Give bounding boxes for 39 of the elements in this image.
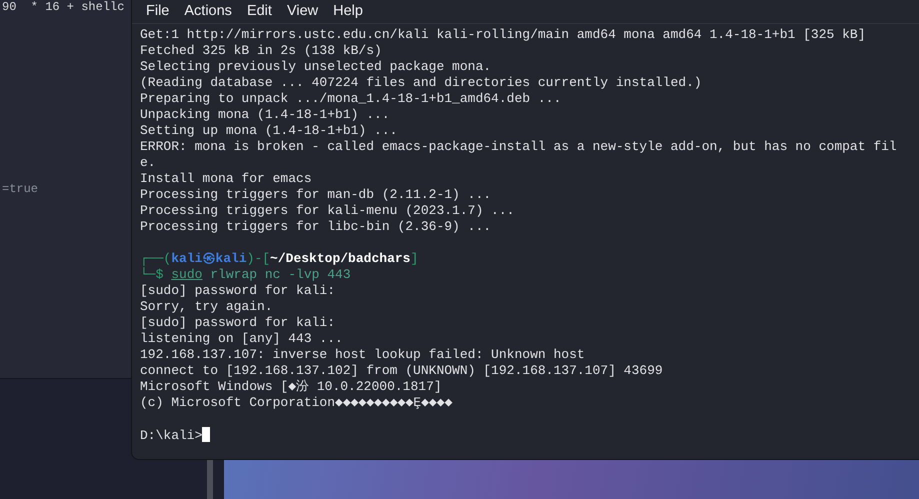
terminal-output-line: Install mona for emacs (140, 171, 313, 187)
terminal-output-line: e. (140, 155, 157, 171)
command-name: sudo (171, 267, 202, 282)
terminal-output-line: Fetched 325 kB in 2s (138 kB/s) (140, 43, 383, 59)
prompt-frame: └─$ (140, 267, 172, 282)
command-arguments: rlwrap nc -lvp 443 (209, 267, 351, 282)
menu-item[interactable]: View (286, 3, 328, 19)
text-cursor (202, 427, 210, 442)
prompt-frame: )-[ (246, 251, 270, 266)
terminal-output-line: Preparing to unpack .../mona_1.4-18-1+b1_amd64.deb ... (140, 91, 562, 107)
prompt-user-host: kali㉿kali (171, 251, 247, 266)
terminal-output-line: Setting up mona (1.4-18-1+b1) ... (140, 123, 398, 139)
terminal-output-line: Unpacking mona (1.4-18-1+b1) ... (140, 107, 391, 123)
terminal-output-line: connect to [192.168.137.102] from (UNKNOWN) [192.168.137.107] 43699 (140, 363, 664, 379)
terminal-output-line: Selecting previously unselected package mona. (140, 59, 492, 75)
terminal-output-line: listening on [any] 443 ... (140, 331, 344, 347)
menu-item[interactable]: File (146, 3, 178, 19)
prompt-frame: ] (410, 251, 418, 266)
terminal-output-line: (c) Microsoft Corporation◆◆◆◆◆◆◆◆◆◆Ȩ◆◆◆◆ (140, 395, 454, 411)
terminal-output-line: Processing triggers for libc-bin (2.36-9) ... (140, 219, 492, 235)
terminal-output-line: [sudo] password for kali: (140, 315, 336, 331)
menu-item[interactable]: Help (333, 3, 372, 19)
terminal-output-line: Get:1 http://mirrors.ustc.edu.cn/kali kali-rolling/main amd64 mona amd64 1.4-18-1+b1 [325 kB] (140, 27, 867, 43)
menu-item[interactable]: Actions (184, 3, 241, 19)
terminal-output-line: [sudo] password for kali: (140, 283, 336, 299)
terminal-output-line: Microsoft Windows [◆汾 10.0.22000.1817] (140, 379, 443, 395)
terminal-output-line: ERROR: mona is broken - called emacs-package-install as a new-style add-on, but has no compat fil (140, 139, 898, 155)
terminal-output-line: 192.168.137.107: inverse host lookup failed: Unknown host (140, 347, 586, 363)
terminal-output-line: Processing triggers for man-db (2.11.2-1) ... (140, 187, 492, 203)
prompt-frame: ┌──( (140, 251, 172, 266)
terminal-output-line: Processing triggers for kali-menu (2023.1.7) ... (140, 203, 516, 219)
menu-item[interactable]: Edit (246, 3, 281, 19)
background-code-text: =true (1, 182, 40, 196)
background-code-text: 90 * 16 + shellc (1, 0, 126, 14)
terminal-output-line: Sorry, try again. (140, 299, 274, 315)
terminal-prompt: D:\kali> (140, 428, 202, 443)
scrollbar[interactable] (207, 460, 213, 499)
prompt-path: ~/Desktop/badchars (270, 251, 410, 266)
terminal-output-line: (Reading database ... 407224 files and directories currently installed.) (140, 75, 703, 91)
